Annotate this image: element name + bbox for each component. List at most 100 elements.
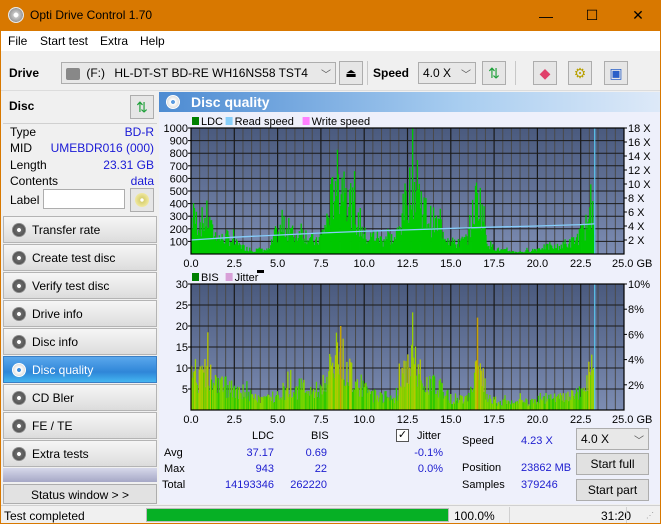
drive-letter: (F:) — [86, 66, 105, 80]
panel-title: Disc quality — [191, 94, 270, 110]
divider — [509, 507, 510, 523]
app-window: Opti Drive Control 1.70 — ☐ ✕ File Start… — [0, 0, 661, 523]
y2-tick-label: 4% — [628, 355, 644, 367]
menu-help[interactable]: Help — [140, 34, 165, 48]
progress-percent: 100.0% — [454, 509, 495, 523]
drive-select[interactable]: (F:) HL-DT-ST BD-RE WH16NS58 TST4 ﹀ — [61, 62, 336, 84]
eraser-icon: ◆ — [539, 64, 551, 81]
ldc-avg-value: 37.17 — [246, 447, 274, 459]
disc-icon — [12, 279, 26, 293]
disc-row-mid: MID UMEBDR016 (000) — [10, 141, 154, 155]
x-tick-label: 20.0 — [527, 414, 548, 426]
disc-panel-title: Disc — [9, 99, 35, 113]
y-tick-label: 800 — [170, 148, 188, 160]
progress-bar — [146, 508, 449, 522]
close-button[interactable]: ✕ — [615, 0, 661, 31]
panel-header: Disc quality — [159, 92, 660, 112]
stats-header-ldc: LDC — [252, 430, 275, 442]
y-tick-label: 15 — [176, 342, 188, 354]
y-tick-label: 400 — [170, 199, 188, 211]
menu-bar: File Start test Extra Help — [1, 31, 660, 51]
refresh-button[interactable]: ⇅ — [482, 61, 506, 85]
y-tick-label: 30 — [176, 279, 188, 291]
nav-create-test-disc[interactable]: Create test disc — [3, 244, 157, 271]
legend-label: LDC — [201, 116, 223, 128]
y2-tick-label: 8 X — [628, 193, 645, 205]
legend-label: BIS — [201, 272, 219, 284]
nav-disc-quality[interactable]: Disc quality — [3, 356, 157, 383]
divider — [626, 507, 627, 523]
speed-label: Speed — [373, 66, 410, 80]
resize-grip-icon[interactable]: ⋰ — [646, 511, 654, 520]
y2-tick-label: 16 X — [628, 137, 651, 149]
position-value: 23862 MB — [521, 462, 572, 474]
disc-label-input[interactable] — [43, 189, 125, 209]
disc-row-contents: Contents data — [10, 174, 154, 188]
disc-type-value: BD-R — [124, 125, 154, 139]
nav-verify-test-disc[interactable]: Verify test disc — [3, 272, 157, 299]
y2-tick-label: 10 X — [628, 179, 651, 191]
disc-label-button[interactable] — [130, 188, 154, 212]
y2-tick-label: 18 X — [628, 123, 651, 135]
x-tick-label: 25.0 GB — [612, 414, 652, 426]
progress-fill — [147, 509, 448, 521]
y2-tick-label: 12 X — [628, 165, 651, 177]
speed-select[interactable]: 4.0 X ﹀ — [418, 62, 476, 84]
x-tick-label: 22.5 — [570, 414, 591, 426]
toolbar-separator — [515, 61, 516, 85]
y2-tick-label: 2 X — [628, 235, 645, 247]
nav-extra-tests[interactable]: Extra tests — [3, 440, 157, 467]
bis-total-value: 262220 — [290, 479, 327, 491]
jitter-max-value: 0.0% — [417, 463, 443, 475]
disc-icon — [12, 223, 26, 237]
nav-cd-bler[interactable]: CD Bler — [3, 384, 157, 411]
disc-icon — [166, 95, 180, 109]
ldc-max-value: 943 — [255, 463, 274, 475]
y-tick-label: 100 — [170, 236, 188, 248]
disc-length-value: 23.31 GB — [103, 158, 154, 172]
nav-fe-te[interactable]: FE / TE — [3, 412, 157, 439]
y-tick-label: 25 — [176, 300, 188, 312]
nav-drive-info[interactable]: Drive info — [3, 300, 157, 327]
x-tick-label: 0.0 — [183, 414, 198, 426]
x-tick-label: 10.0 — [353, 414, 374, 426]
samples-label: Samples — [462, 479, 505, 491]
bis-chart: 5 10 15 20 25 30 2% 4% 6% 8% 10% 0.0 2.5 5.0 7.5 10.0 12… — [176, 270, 652, 426]
drive-label: Drive — [9, 66, 40, 80]
maximize-button[interactable]: ☐ — [569, 0, 615, 31]
jitter-label: Jitter — [417, 430, 441, 442]
jitter-checkbox[interactable]: ✓ — [396, 429, 409, 442]
settings-button[interactable]: ⚙ — [568, 61, 592, 85]
erase-button[interactable]: ◆ — [533, 61, 557, 85]
disc-icon — [12, 391, 26, 405]
menu-start-test[interactable]: Start test — [40, 34, 88, 48]
nav-disc-info[interactable]: Disc info — [3, 328, 157, 355]
sidebar: Disc ⇅ Type BD-R MID UMEBDR016 (000) Lengt… — [1, 92, 158, 504]
start-part-button[interactable]: Start part — [576, 479, 649, 501]
legend-swatch — [225, 273, 233, 281]
legend-swatch — [192, 273, 199, 281]
x-tick-label: 7.5 — [313, 414, 328, 426]
disc-refresh-button[interactable]: ⇅ — [130, 95, 154, 119]
menu-file[interactable]: File — [8, 34, 27, 48]
disc-label-label: Label — [10, 193, 40, 207]
menu-extra[interactable]: Extra — [100, 34, 128, 48]
save-button[interactable]: ▣ — [604, 61, 628, 85]
test-speed-select[interactable]: 4.0 X ﹀ — [576, 428, 649, 450]
status-window-button[interactable]: Status window > > — [3, 484, 157, 504]
start-full-button[interactable]: Start full — [576, 453, 649, 475]
speed-label: Speed — [462, 435, 494, 447]
eject-button[interactable]: ⏏ — [339, 61, 363, 85]
minimize-button[interactable]: — — [523, 0, 569, 31]
toolbar: Drive (F:) HL-DT-ST BD-RE WH16NS58 TST4 … — [1, 51, 660, 91]
floppy-save-icon: ▣ — [609, 64, 623, 81]
disc-icon — [12, 419, 26, 433]
window-title: Opti Drive Control 1.70 — [30, 8, 153, 22]
legend-swatch — [302, 117, 310, 125]
y-tick-label: 200 — [170, 224, 188, 236]
status-text: Test completed — [4, 509, 85, 523]
y2-tick-label: 10% — [628, 279, 650, 291]
samples-value: 379246 — [521, 479, 558, 491]
chevron-down-icon: ﹀ — [634, 436, 644, 447]
nav-transfer-rate[interactable]: Transfer rate — [3, 216, 157, 243]
